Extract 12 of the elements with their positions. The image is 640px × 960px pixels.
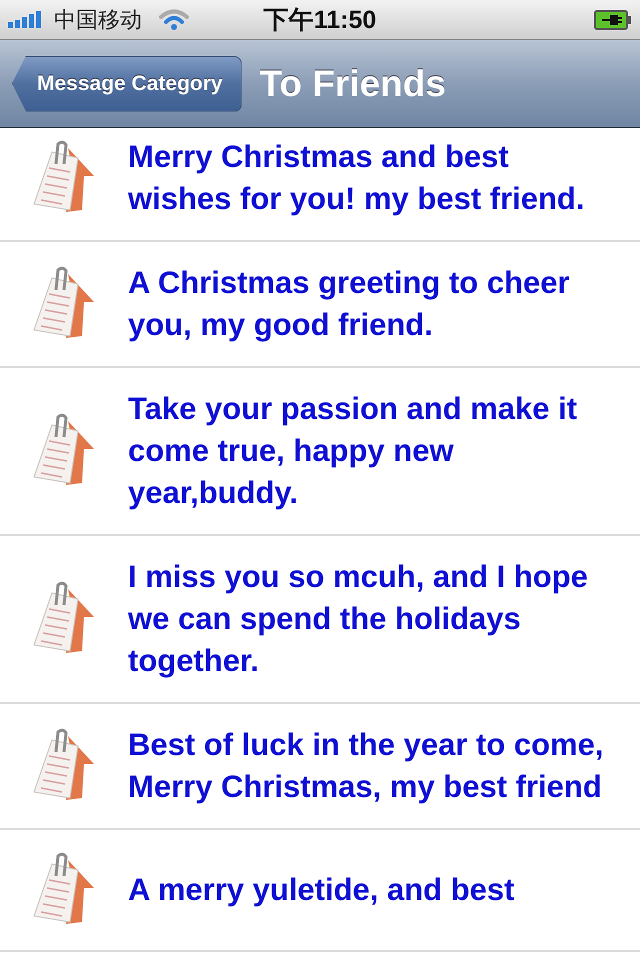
message-text[interactable]: Take your passion and make it come true, happy new year,buddy. [128, 388, 608, 514]
page-title: To Friends [260, 62, 446, 104]
message-text[interactable]: Merry Christmas and best wishes for you! my best friend. [128, 136, 608, 220]
message-text[interactable]: Best of luck in the year to come, Merry Christmas, my best friend [128, 724, 608, 808]
battery-charging-icon [594, 10, 632, 30]
back-button[interactable]: Message Category [12, 56, 242, 112]
carrier-name: 中国移动 [54, 6, 142, 34]
message-text[interactable]: A Christmas greeting to cheer you, my good friend. [128, 262, 608, 346]
wifi-icon [158, 8, 190, 30]
message-text[interactable]: I miss you so mcuh, and I hope we can spend the holidays together. [128, 556, 608, 682]
message-text[interactable]: A merry yuletide, and best [128, 869, 608, 911]
clock-time: 下午11:50 [264, 5, 376, 36]
